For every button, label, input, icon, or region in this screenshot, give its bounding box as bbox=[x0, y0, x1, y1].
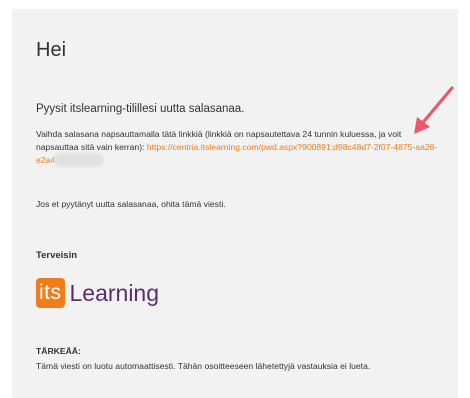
logo-word: Learning bbox=[69, 279, 160, 306]
instructions-paragraph: Vaihda salasana napsauttamalla tätä link… bbox=[36, 128, 444, 167]
email-card: Hei Pyysit itslearning-tilillesi uutta s… bbox=[12, 9, 458, 398]
regards-label: Terveisin bbox=[36, 250, 78, 261]
arrow-icon bbox=[414, 86, 454, 134]
ignore-note: Jos et pyytänyt uutta salasanaa, ohita t… bbox=[36, 199, 226, 209]
logo-badge: its bbox=[36, 277, 65, 308]
intro-text: Pyysit itslearning-tilillesi uutta salas… bbox=[36, 103, 245, 115]
greeting-heading: Hei bbox=[36, 39, 67, 61]
important-title: TÄRKEÄÄ: bbox=[36, 346, 81, 356]
important-text: Tämä viesti on luotu automaattisesti. Tä… bbox=[36, 361, 371, 371]
redaction-blur bbox=[57, 156, 102, 164]
itslearning-logo: its Learning bbox=[36, 274, 159, 311]
